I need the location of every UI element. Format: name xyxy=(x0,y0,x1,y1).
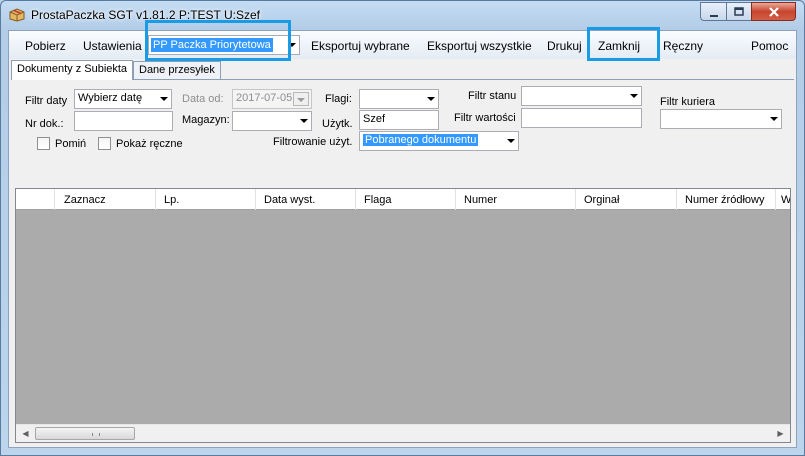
chevron-down-icon xyxy=(160,97,168,101)
pokaz-reczne-label: Pokaż ręczne xyxy=(116,138,183,150)
flagi-label: Flagi: xyxy=(325,93,352,105)
pomoc-menu[interactable]: Pomoc xyxy=(751,39,788,53)
column-header-data-wyst[interactable]: Data wyst. xyxy=(256,189,356,210)
column-header-flaga[interactable]: Flaga xyxy=(356,189,456,210)
filtr-wartosci-input[interactable] xyxy=(521,108,642,128)
datepicker-button[interactable] xyxy=(293,92,309,106)
filtrowanie-select[interactable]: Pobranego dokumentu xyxy=(359,131,519,151)
reczny-menu[interactable]: Ręczny xyxy=(663,39,703,53)
title-bar[interactable]: ProstaPaczka SGT v1.81.2 P:TEST U:Szef xyxy=(1,1,804,29)
filtr-kuriera-label: Filtr kuriera xyxy=(660,96,716,108)
data-od-value: 2017-07-05 xyxy=(236,92,293,104)
column-header-numer-zrodlowy[interactable]: Numer źródłowy xyxy=(677,189,776,210)
scroll-thumb[interactable] xyxy=(35,427,135,440)
column-header-lp[interactable]: Lp. xyxy=(156,189,256,210)
data-od-datepicker[interactable]: 2017-07-05 xyxy=(232,89,312,109)
eksportuj-wszystkie-menu[interactable]: Eksportuj wszystkie xyxy=(427,39,532,53)
uzytk-input[interactable]: Szef xyxy=(359,110,439,130)
filtr-stanu-label: Filtr stanu xyxy=(468,90,517,102)
grid-header: Zaznacz Lp. Data wyst. Flaga Numer Orgin… xyxy=(16,189,790,210)
close-button[interactable] xyxy=(751,2,796,21)
tab-dane-przesylek[interactable]: Dane przesyłek xyxy=(133,61,221,79)
filtr-daty-select[interactable]: Wybierz datę xyxy=(74,89,172,109)
nr-dok-label: Nr dok.: xyxy=(25,118,64,130)
filtr-daty-value: Wybierz datę xyxy=(78,92,143,104)
toolbar: Pobierz Ustawienia PP Paczka Priorytetow… xyxy=(9,31,796,59)
highlight-box-zamknij xyxy=(587,27,660,61)
chevron-down-icon xyxy=(770,117,778,121)
app-package-icon xyxy=(9,8,25,22)
grip-icon xyxy=(92,433,100,436)
minimize-button[interactable] xyxy=(700,2,727,21)
tab-dokumenty-z-subiekta[interactable]: Dokumenty z Subiekta xyxy=(11,60,134,80)
pomin-label: Pomiń xyxy=(55,138,87,150)
maximize-button[interactable] xyxy=(726,2,752,21)
documents-grid[interactable]: Zaznacz Lp. Data wyst. Flaga Numer Orgin… xyxy=(15,188,791,443)
pomin-checkbox[interactable] xyxy=(37,137,50,150)
column-header-zaznacz[interactable]: Zaznacz xyxy=(56,189,156,210)
pobierz-menu[interactable]: Pobierz xyxy=(25,39,66,53)
eksportuj-wybrane-menu[interactable]: Eksportuj wybrane xyxy=(311,39,410,53)
chevron-down-icon xyxy=(427,97,435,101)
row-header-corner[interactable] xyxy=(16,189,55,210)
chevron-down-icon xyxy=(297,98,305,102)
minimize-icon xyxy=(709,15,718,17)
data-od-label: Data od: xyxy=(182,93,224,105)
scroll-right-icon[interactable]: ▶ xyxy=(772,425,789,442)
client-area: Pobierz Ustawienia PP Paczka Priorytetow… xyxy=(8,20,797,448)
filtr-daty-label: Filtr daty xyxy=(25,95,68,107)
horizontal-scrollbar[interactable]: ◀ ▶ xyxy=(16,424,790,442)
pokaz-reczne-checkbox[interactable] xyxy=(98,137,111,150)
nr-dok-input[interactable] xyxy=(74,111,173,131)
maximize-icon xyxy=(734,7,744,16)
scroll-left-icon[interactable]: ◀ xyxy=(17,425,34,442)
chevron-down-icon xyxy=(630,94,638,98)
filtrowanie-label: Filtrowanie użyt. xyxy=(273,136,353,148)
magazyn-select[interactable] xyxy=(232,111,312,131)
filtr-stanu-select[interactable] xyxy=(521,86,642,106)
uzytk-value: Szef xyxy=(363,113,386,125)
filtr-kuriera-select[interactable] xyxy=(660,109,782,129)
filtrowanie-value: Pobranego dokumentu xyxy=(363,134,479,146)
column-header-w[interactable]: W xyxy=(776,189,790,210)
main-window: ProstaPaczka SGT v1.81.2 P:TEST U:Szef P… xyxy=(0,0,805,456)
chevron-down-icon xyxy=(300,119,308,123)
magazyn-label: Magazyn: xyxy=(182,114,230,126)
drukuj-menu[interactable]: Drukuj xyxy=(547,39,582,53)
close-icon xyxy=(768,7,779,17)
column-header-numer[interactable]: Numer xyxy=(456,189,576,210)
filtr-wartosci-label: Filtr wartości xyxy=(454,112,516,124)
ustawienia-menu[interactable]: Ustawienia xyxy=(83,39,142,53)
chevron-down-icon xyxy=(507,139,515,143)
highlight-box-carrier xyxy=(145,20,291,61)
column-header-orginal[interactable]: Orginał xyxy=(576,189,677,210)
flagi-select[interactable] xyxy=(359,89,439,109)
uzytk-label: Użytk. xyxy=(322,118,353,130)
documents-panel: Filtr daty Wybierz datę Data od: 2017-07… xyxy=(11,79,794,445)
